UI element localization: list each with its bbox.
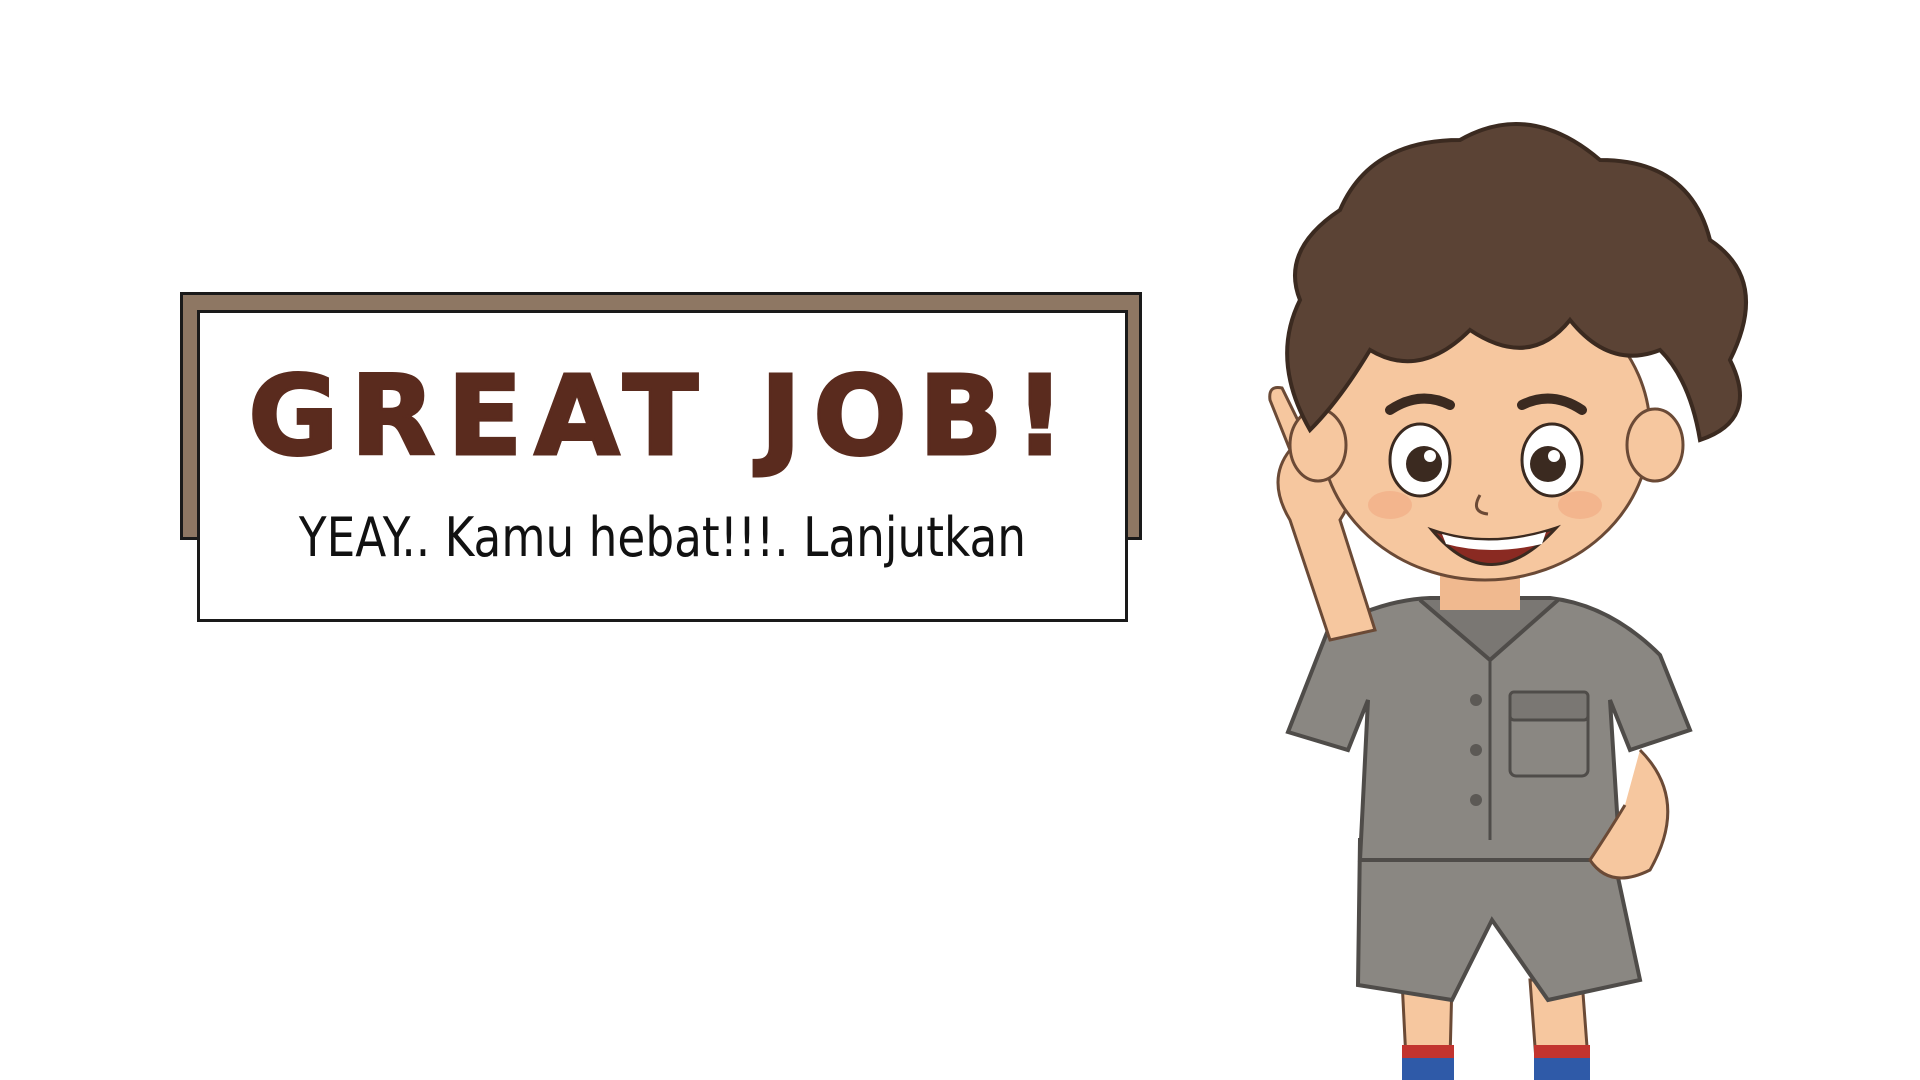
banner-title: GREAT JOB! xyxy=(247,352,1077,480)
banner-subtitle: YEAY.. Kamu hebat!!!. Lanjutkan xyxy=(298,506,1027,569)
boy-explorer-illustration xyxy=(1268,122,1748,1080)
message-banner: GREAT JOB! YEAY.. Kamu hebat!!!. Lanjutk… xyxy=(197,310,1128,622)
